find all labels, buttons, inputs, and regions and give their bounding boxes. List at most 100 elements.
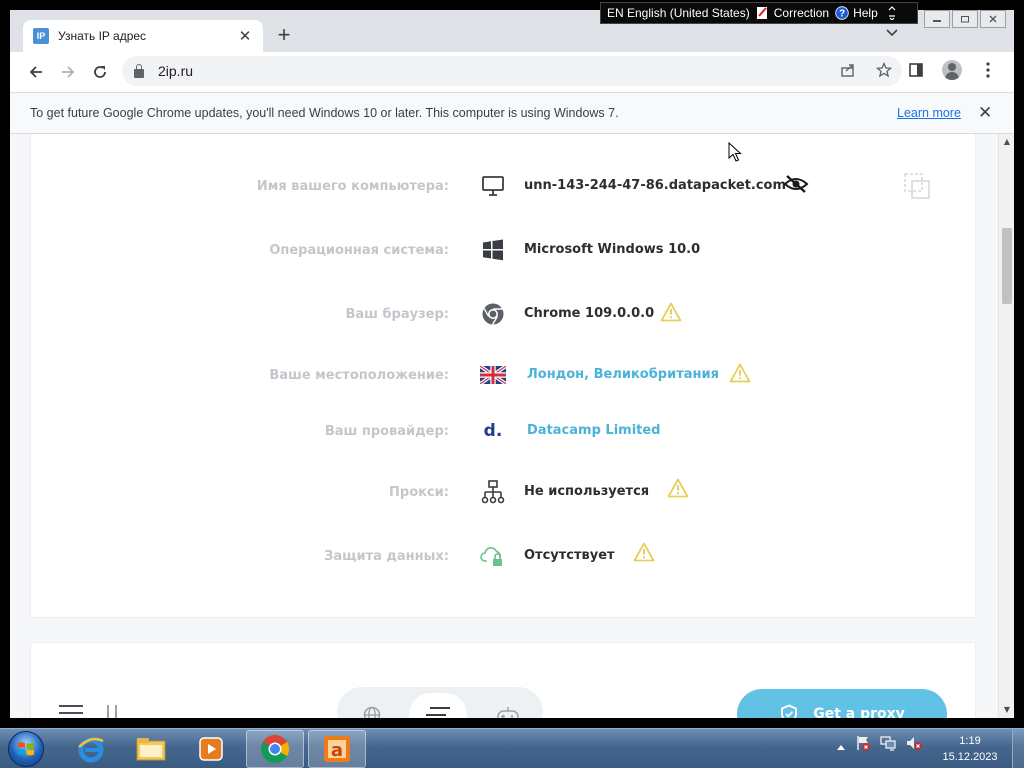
show-desktop-button[interactable]: [1012, 729, 1024, 768]
warning-icon[interactable]: [729, 363, 751, 383]
globe-tab[interactable]: [343, 693, 401, 718]
browser-tab[interactable]: IP Узнать IP адрес ✕: [23, 20, 263, 52]
system-tray: [836, 735, 923, 755]
get-proxy-label: Get a proxy: [813, 706, 905, 718]
help-label: Help: [853, 6, 878, 20]
google-chrome-icon: [261, 735, 289, 763]
explorer-taskbar-button[interactable]: [122, 730, 180, 768]
langbar-options-icon[interactable]: [888, 6, 896, 20]
minimize-button[interactable]: [924, 10, 950, 28]
row-label: Ваше местоположение:: [269, 368, 449, 383]
lines-tab[interactable]: [409, 693, 467, 718]
folder-icon: [136, 738, 166, 761]
tab-title: Узнать IP адрес: [58, 29, 147, 43]
new-tab-button[interactable]: +: [272, 24, 296, 48]
shield-icon: [781, 704, 798, 718]
row-value: Не используется: [524, 484, 650, 499]
uk-flag-icon: [479, 361, 507, 389]
row-value: Chrome 109.0.0.0: [524, 306, 655, 321]
correction-item[interactable]: Correction: [756, 6, 829, 20]
correction-label: Correction: [773, 6, 830, 20]
row-proxy: Прокси: Не используется: [31, 478, 977, 508]
taskbar-clock[interactable]: 1:19 15.12.2023: [938, 733, 1002, 765]
gamepad-icon: [497, 707, 519, 718]
window-controls: [922, 10, 1006, 28]
action-center-flag-icon[interactable]: [855, 735, 871, 755]
chrome-window: IP Узнать IP адрес ✕ + 2ip.ru To get fut…: [10, 10, 1014, 718]
infobar-close-icon[interactable]: ✕: [978, 103, 992, 123]
page-viewport: Имя вашего компьютера: unn-143-244-47-86…: [10, 134, 998, 718]
row-label: Имя вашего компьютера:: [256, 179, 449, 194]
row-provider: Ваш провайдер: d. Datacamp Limited: [31, 417, 977, 447]
clock-date: 15.12.2023: [942, 751, 998, 763]
media-player-icon: [199, 737, 223, 761]
provider-logo-text: d.: [483, 421, 503, 441]
infobar-message: To get future Google Chrome updates, you…: [30, 106, 619, 120]
help-icon: ?: [835, 6, 849, 20]
profile-avatar[interactable]: [940, 58, 964, 82]
forward-button[interactable]: [52, 56, 84, 88]
ip-info-card: Имя вашего компьютера: unn-143-244-47-86…: [30, 134, 976, 618]
get-proxy-button[interactable]: Get a proxy: [737, 689, 947, 718]
vertical-bars-icon[interactable]: [107, 705, 129, 718]
row-value[interactable]: Лондон, Великобритания: [527, 367, 719, 382]
warning-icon[interactable]: [633, 542, 655, 562]
app-a-icon: a: [324, 736, 350, 762]
reload-button[interactable]: [84, 56, 116, 88]
tab-search-chevron-icon[interactable]: [886, 26, 898, 41]
help-item[interactable]: ? Help: [835, 6, 878, 20]
share-icon[interactable]: [840, 62, 856, 82]
chrome-taskbar-button[interactable]: [246, 730, 304, 768]
row-label: Защита данных:: [324, 549, 449, 564]
back-button[interactable]: [20, 56, 52, 88]
address-bar[interactable]: 2ip.ru: [122, 56, 902, 86]
page-scrollbar[interactable]: ▲ ▼: [998, 134, 1014, 718]
language-indicator[interactable]: EN English (United States): [607, 6, 750, 20]
monitor-icon: [479, 172, 507, 200]
update-infobar: To get future Google Chrome updates, you…: [10, 92, 1014, 134]
lock-icon[interactable]: [134, 63, 144, 78]
side-panel-icon[interactable]: [904, 58, 928, 82]
clock-time: 1:19: [959, 735, 981, 747]
volume-muted-icon[interactable]: [905, 735, 923, 755]
bottom-nav-card: Get a proxy: [30, 642, 976, 718]
row-value: unn-143-244-47-86.datapacket.com: [524, 178, 787, 193]
network-tray-icon[interactable]: [880, 735, 896, 755]
row-value: Microsoft Windows 10.0: [524, 242, 701, 257]
url-text: 2ip.ru: [158, 63, 194, 79]
scroll-down-arrow-icon[interactable]: ▼: [999, 702, 1014, 718]
row-browser: Ваш браузер: Chrome 109.0.0.0: [31, 300, 977, 330]
row-label: Ваш провайдер:: [324, 424, 449, 439]
hamburger-menu-icon[interactable]: [59, 705, 83, 718]
app-a-taskbar-button[interactable]: a: [308, 730, 366, 768]
tab-close-icon[interactable]: ✕: [237, 27, 253, 45]
hide-eye-icon[interactable]: [783, 174, 809, 198]
language-bar: EN English (United States) Correction ? …: [600, 2, 918, 24]
row-location: Ваше местоположение: Лондон, Великобрита…: [31, 361, 977, 391]
scroll-thumb[interactable]: [1002, 228, 1012, 304]
learn-more-link[interactable]: Learn more: [897, 106, 961, 120]
scroll-up-arrow-icon[interactable]: ▲: [999, 134, 1014, 150]
maximize-button[interactable]: [952, 10, 978, 28]
network-icon: [479, 478, 507, 506]
gamepad-tab[interactable]: [479, 693, 537, 718]
browser-toolbar: 2ip.ru: [10, 52, 1014, 92]
row-label: Операционная система:: [269, 243, 449, 258]
copy-icon[interactable]: [903, 172, 931, 204]
row-value: Отсутствует: [524, 548, 615, 563]
warning-icon[interactable]: [660, 302, 682, 322]
correction-icon: [756, 6, 770, 20]
chrome-menu-icon[interactable]: [976, 58, 1000, 82]
start-button[interactable]: [4, 729, 48, 768]
media-player-taskbar-button[interactable]: [182, 730, 240, 768]
warning-icon[interactable]: [667, 478, 689, 498]
show-hidden-icons-icon[interactable]: [836, 736, 846, 755]
internet-explorer-taskbar-button[interactable]: [62, 730, 120, 768]
globe-icon: [363, 706, 381, 718]
tab-favicon-icon: IP: [33, 28, 49, 44]
bookmark-star-icon[interactable]: [875, 61, 893, 82]
close-window-button[interactable]: [980, 10, 1006, 28]
svg-text:a: a: [331, 740, 343, 761]
row-value[interactable]: Datacamp Limited: [527, 423, 661, 438]
row-data-protection: Защита данных: Отсутствует: [31, 542, 977, 572]
